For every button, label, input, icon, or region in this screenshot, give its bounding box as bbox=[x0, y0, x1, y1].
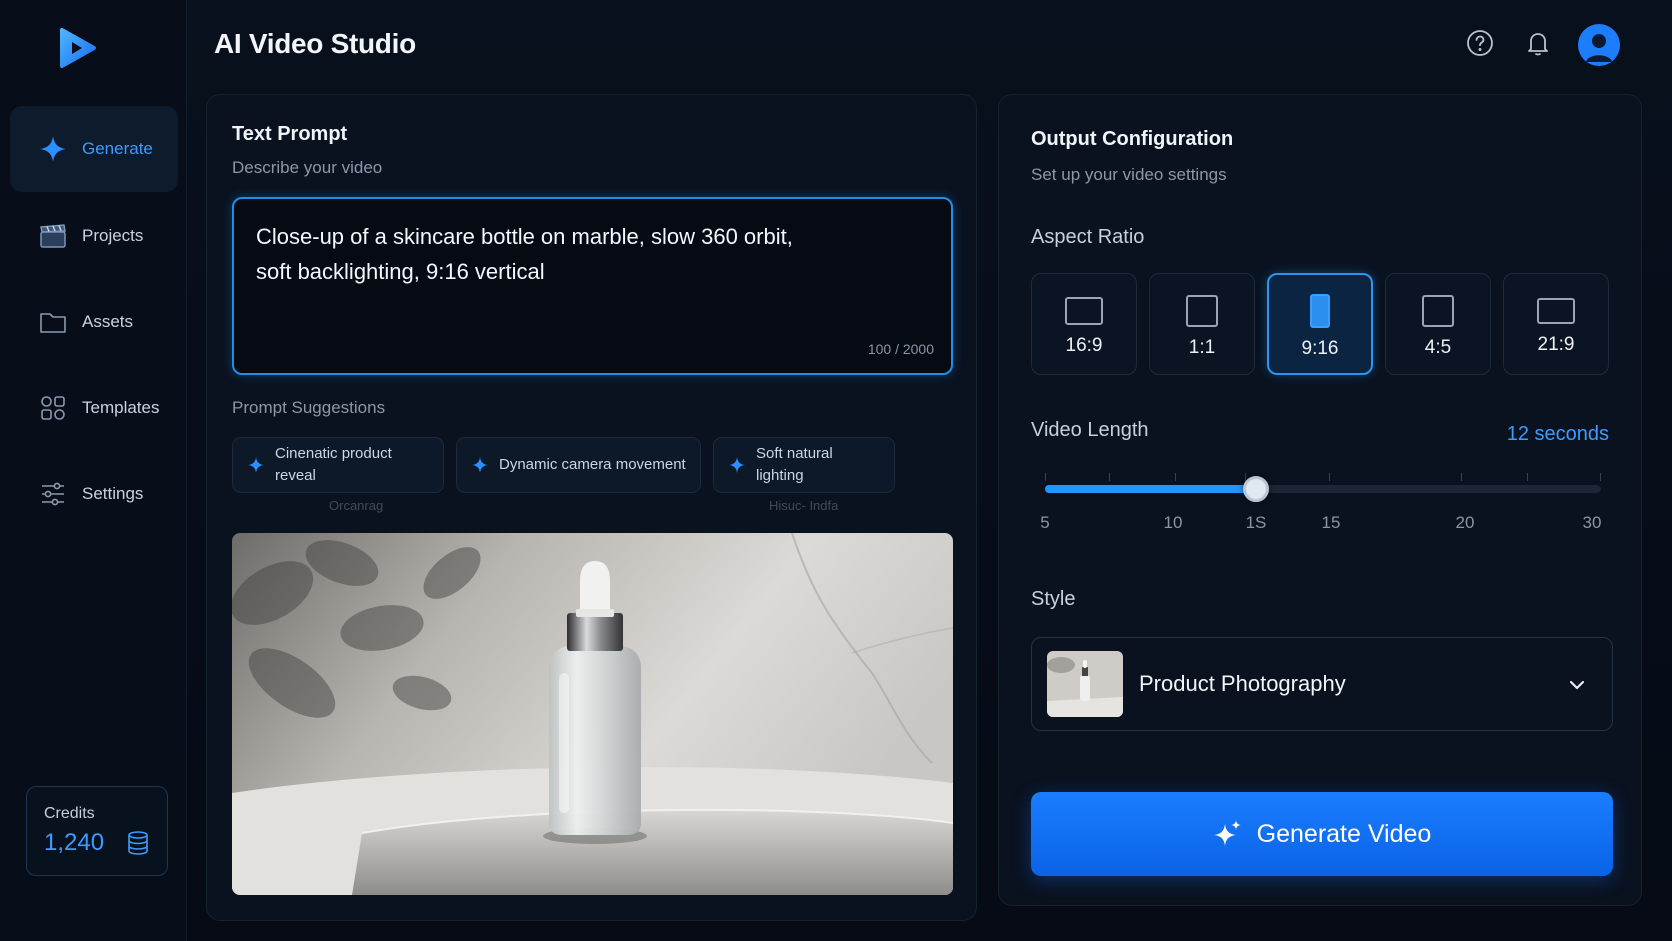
aspect-option-16-9[interactable]: 16:9 bbox=[1031, 273, 1137, 375]
aspect-option-1-1[interactable]: 1:1 bbox=[1149, 273, 1255, 375]
sparkle-icon bbox=[729, 457, 745, 473]
sidebar-item-settings[interactable]: Settings bbox=[10, 451, 178, 537]
style-thumbnail bbox=[1047, 651, 1123, 717]
suggestion-chip-camera[interactable]: Dynamic camera movement bbox=[456, 437, 701, 493]
sidebar-item-templates[interactable]: Templates bbox=[10, 365, 178, 451]
square-icon bbox=[1186, 295, 1218, 327]
generate-video-label: Generate Video bbox=[1256, 819, 1432, 848]
video-length-heading: Video Length bbox=[1031, 419, 1149, 441]
prompt-text-line-2: soft backlighting, 9:16 vertical bbox=[256, 259, 545, 284]
slider-thumb[interactable] bbox=[1243, 476, 1269, 502]
suggestion-label: Soft natural lighting bbox=[756, 445, 833, 484]
sparkle-icon bbox=[472, 457, 488, 473]
slider-tick-label: 5 bbox=[1040, 513, 1050, 532]
sidebar-item-label: Templates bbox=[82, 398, 160, 417]
sparkle-icon bbox=[38, 134, 68, 164]
style-value: Product Photography bbox=[1139, 671, 1346, 696]
widescreen-icon bbox=[1537, 298, 1575, 324]
portrait-icon bbox=[1310, 294, 1330, 328]
credits-card: Credits 1,240 bbox=[26, 786, 168, 876]
sliders-icon bbox=[38, 479, 68, 509]
slider-tick bbox=[1175, 473, 1176, 481]
chevron-down-icon bbox=[1569, 680, 1585, 690]
sidebar-item-label: Settings bbox=[82, 484, 144, 503]
slider-tick bbox=[1329, 473, 1330, 481]
slider-tick-label: 1S bbox=[1245, 513, 1267, 532]
suggestion-label: Cinenatic product bbox=[275, 445, 392, 462]
logo-play-icon[interactable] bbox=[56, 26, 100, 70]
slider-tick bbox=[1600, 473, 1601, 481]
slider-tick-label: 15 bbox=[1321, 513, 1341, 532]
ghost-text: Orcanrag bbox=[329, 498, 384, 513]
slider-tick bbox=[1109, 473, 1110, 481]
prompt-panel: Text Prompt Describe your video Close-up… bbox=[206, 94, 977, 921]
portrait-square-icon bbox=[1422, 295, 1454, 327]
aspect-label: 9:16 bbox=[1301, 338, 1339, 359]
bell-icon[interactable] bbox=[1523, 28, 1553, 58]
aspect-label: 4:5 bbox=[1424, 337, 1452, 358]
suggestion-chip-lighting[interactable]: Soft natural lighting bbox=[713, 437, 895, 493]
aspect-label: 16:9 bbox=[1065, 335, 1103, 356]
sidebar-item-label: Generate bbox=[82, 139, 153, 158]
aspect-ratio-heading: Aspect Ratio bbox=[1031, 226, 1145, 248]
preview-image bbox=[232, 533, 953, 895]
style-heading: Style bbox=[1031, 588, 1076, 610]
prompt-heading: Text Prompt bbox=[232, 123, 348, 145]
suggestions-heading: Prompt Suggestions bbox=[232, 398, 386, 417]
slider-tick-label: 10 bbox=[1163, 513, 1183, 532]
slider-tick bbox=[1527, 473, 1528, 481]
slider-tick-label: 20 bbox=[1455, 513, 1475, 532]
character-counter: 100 / 2000 bbox=[867, 341, 934, 357]
app-window: Generate Projects Assets Templates Setti bbox=[0, 0, 1672, 941]
help-icon[interactable] bbox=[1465, 28, 1495, 58]
prompt-text-line-1: Close-up of a skincare bottle on marble,… bbox=[256, 224, 793, 249]
prompt-subheading: Describe your video bbox=[232, 158, 383, 177]
aspect-option-4-5[interactable]: 4:5 bbox=[1385, 273, 1491, 375]
aspect-option-9-16[interactable]: 9:16 bbox=[1267, 273, 1373, 375]
suggestion-label: reveal bbox=[275, 467, 316, 484]
aspect-label: 1:1 bbox=[1188, 337, 1216, 358]
database-icon bbox=[128, 831, 148, 855]
landscape-icon bbox=[1065, 297, 1103, 325]
aspect-option-21-9[interactable]: 21:9 bbox=[1503, 273, 1609, 375]
video-length-slider[interactable] bbox=[1045, 473, 1601, 502]
sparkle-icon bbox=[248, 457, 264, 473]
suggestion-label: Dynamic camera movement bbox=[499, 456, 686, 473]
sidebar-item-assets[interactable]: Assets bbox=[10, 279, 178, 365]
aspect-label: 21:9 bbox=[1537, 334, 1575, 355]
generate-video-button[interactable]: Generate Video bbox=[1031, 792, 1613, 876]
sidebar-item-label: Projects bbox=[82, 226, 144, 245]
clapperboard-icon bbox=[38, 221, 68, 251]
output-panel: Output Configuration Set up your video s… bbox=[998, 94, 1642, 906]
suggestion-chip-cinematic[interactable]: Cinenatic product reveal bbox=[232, 437, 444, 493]
output-subheading: Set up your video settings bbox=[1031, 165, 1227, 184]
sidebar-item-label: Assets bbox=[82, 312, 134, 331]
credits-label: Credits bbox=[44, 805, 95, 822]
slider-tick-label: 30 bbox=[1582, 513, 1602, 532]
sidebar-item-generate[interactable]: Generate bbox=[10, 106, 178, 192]
sparkles-icon bbox=[1213, 820, 1241, 846]
video-length-value: 12 seconds bbox=[1506, 423, 1609, 445]
sidebar-item-projects[interactable]: Projects bbox=[10, 193, 178, 279]
folder-icon bbox=[38, 307, 68, 337]
templates-icon bbox=[38, 393, 68, 423]
sidebar: Generate Projects Assets Templates Setti bbox=[0, 0, 187, 941]
output-heading: Output Configuration bbox=[1031, 128, 1234, 150]
style-dropdown[interactable]: Product Photography bbox=[1031, 637, 1613, 731]
prompt-textarea[interactable]: Close-up of a skincare bottle on marble,… bbox=[232, 197, 953, 375]
slider-tick bbox=[1461, 473, 1462, 481]
avatar[interactable] bbox=[1578, 24, 1620, 66]
slider-fill bbox=[1045, 485, 1256, 493]
page-title: AI Video Studio bbox=[214, 28, 416, 59]
user-icon bbox=[1586, 34, 1612, 62]
slider-tick bbox=[1045, 473, 1046, 481]
ghost-text: Hisuc- Indfa bbox=[769, 498, 839, 513]
